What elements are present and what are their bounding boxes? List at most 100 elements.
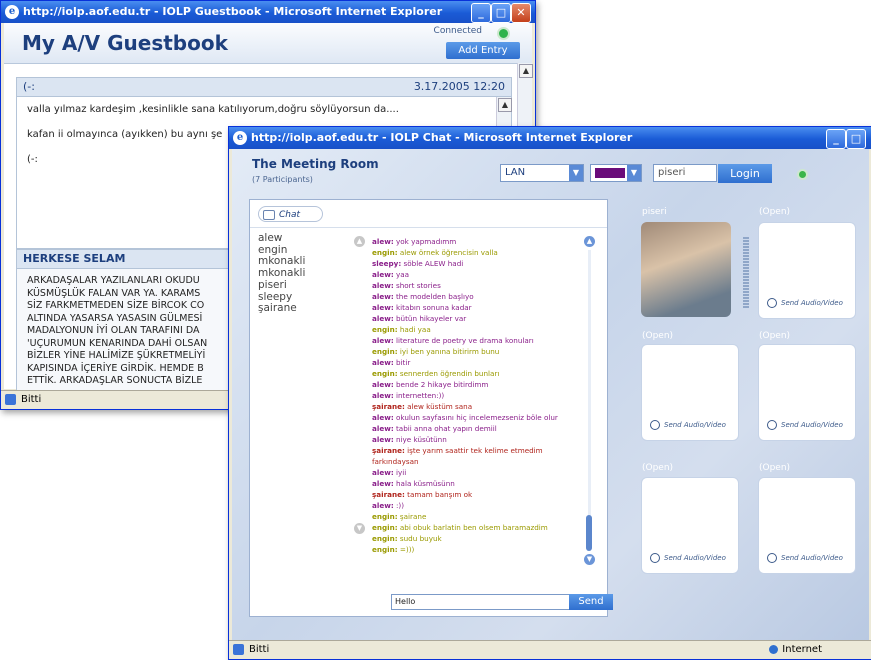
volume-meter <box>743 237 749 309</box>
message-text: tamam banşım ok <box>404 490 473 499</box>
participant-video <box>641 222 731 317</box>
message-text: sudu buyuk <box>397 534 442 543</box>
message-sender: alew: <box>372 424 394 433</box>
connection-select[interactable]: LAN ▼ <box>500 164 584 182</box>
message-text: sennerden öğrendin bunları <box>397 369 500 378</box>
scroll-down-icon[interactable]: ▼ <box>354 523 365 534</box>
send-av-icon <box>767 298 777 308</box>
tab-chat-label: Chat <box>279 210 301 220</box>
user-list-item[interactable]: alew <box>258 232 346 245</box>
send-audio-video-button[interactable]: Send Audio/Video <box>650 420 726 430</box>
chat-message: alew: short stories <box>372 280 592 291</box>
chat-message: engin: sennerden öğrendin bunları <box>372 368 592 379</box>
message-sender: engin: <box>372 534 398 543</box>
message-text: =))) <box>397 545 415 554</box>
chat-message: engin: iyi ben yanına bitirirm bunu <box>372 346 592 357</box>
message-sender: engin: <box>372 325 398 334</box>
close-icon[interactable]: ✕ <box>511 3 531 23</box>
guestbook-titlebar[interactable]: e http://iolp.aof.edu.tr - IOLP Guestboo… <box>1 1 535 23</box>
scroll-down-icon[interactable]: ▼ <box>584 554 595 565</box>
message-text: abi obuk barlatin ben olsem baramazdim <box>397 523 548 532</box>
message-text: short stories <box>393 281 441 290</box>
color-select[interactable]: ▼ <box>590 164 642 182</box>
message-sender: şairane: <box>372 446 405 455</box>
video-slot[interactable]: Send Audio/Video <box>641 344 739 441</box>
video-slot[interactable]: Send Audio/Video <box>758 344 856 441</box>
message-scroll-track[interactable] <box>588 250 591 550</box>
participants-count: (7 Participants) <box>252 175 313 184</box>
tab-chat[interactable]: Chat <box>258 206 323 222</box>
video-slot[interactable]: Send Audio/Video <box>641 477 739 574</box>
message-text: farkındaysan <box>372 457 419 466</box>
chat-message: alew: internetten:)) <box>372 390 592 401</box>
connection-select-value: LAN <box>505 167 526 178</box>
chevron-down-icon[interactable]: ▼ <box>569 165 583 181</box>
send-button[interactable]: Send <box>569 594 613 610</box>
chat-message: alew: bütün hikayeler var <box>372 313 592 324</box>
slot-label: (Open) <box>759 331 791 341</box>
message-sender: engin: <box>372 512 398 521</box>
chat-message: engin: hadi yaa <box>372 324 592 335</box>
username-input[interactable]: piseri <box>653 164 717 182</box>
video-slot[interactable]: Send Audio/Video <box>758 222 856 319</box>
message-text: şairane <box>397 512 427 521</box>
message-text: yok yapmadımm <box>393 237 457 246</box>
page-title: My A/V Guestbook <box>22 31 228 55</box>
maximize-icon[interactable]: □ <box>846 129 866 149</box>
chat-message: engin: şairane <box>372 511 592 522</box>
user-list-item[interactable]: piseri <box>258 279 346 292</box>
chat-message: alew: iyii <box>372 467 592 478</box>
message-scroll-thumb[interactable] <box>586 515 592 551</box>
guestbook-window-title: http://iolp.aof.edu.tr - IOLP Guestbook … <box>23 5 443 18</box>
user-list-item[interactable]: şairane <box>258 303 346 315</box>
chat-message: alew: :)) <box>372 500 592 511</box>
send-av-label: Send Audio/Video <box>781 421 843 429</box>
chat-message: şairane: tamam banşım ok <box>372 489 592 500</box>
send-audio-video-button[interactable]: Send Audio/Video <box>767 553 843 563</box>
send-av-label: Send Audio/Video <box>664 554 726 562</box>
chat-message: engin: =))) <box>372 544 592 555</box>
message-text: :)) <box>393 501 405 510</box>
minimize-icon[interactable]: _ <box>826 129 846 149</box>
login-button[interactable]: Login <box>718 164 772 183</box>
chat-message: engin: alew örnek öğrencisin valla <box>372 247 592 258</box>
scroll-up-icon[interactable]: ▲ <box>584 236 595 247</box>
message-text: iyi ben yanına bitirirm bunu <box>397 347 500 356</box>
message-sender: engin: <box>372 369 398 378</box>
scroll-up-icon[interactable]: ▲ <box>498 98 512 112</box>
send-audio-video-button[interactable]: Send Audio/Video <box>650 553 726 563</box>
room-title: The Meeting Room <box>252 157 379 171</box>
minimize-icon[interactable]: _ <box>471 3 491 23</box>
send-audio-video-button[interactable]: Send Audio/Video <box>767 420 843 430</box>
send-audio-video-button[interactable]: Send Audio/Video <box>767 298 843 308</box>
message-sender: alew: <box>372 391 394 400</box>
send-av-icon <box>767 553 777 563</box>
message-sender: alew: <box>372 413 394 422</box>
chat-message: engin: abi obuk barlatin ben olsem baram… <box>372 522 592 533</box>
chat-panel: Chat alew engin mkonakli mkonakli piseri… <box>249 199 613 617</box>
chevron-down-icon[interactable]: ▼ <box>627 165 641 181</box>
chat-message: alew: the modelden başlıyo <box>372 291 592 302</box>
add-entry-button[interactable]: Add Entry <box>446 42 520 59</box>
status-indicator-icon <box>797 169 808 180</box>
slot-label: (Open) <box>642 331 674 341</box>
chat-message: alew: tabii anna ohat yapın demiil <box>372 423 592 434</box>
globe-icon <box>769 644 779 654</box>
message-text: yaa <box>393 270 410 279</box>
scroll-up-icon[interactable]: ▲ <box>519 64 533 78</box>
message-sender: engin: <box>372 545 398 554</box>
entry-line: valla yılmaz kardeşim ,kesinlikle sana k… <box>27 104 399 115</box>
send-av-icon <box>650 420 660 430</box>
chat-titlebar[interactable]: e http://iolp.aof.edu.tr - IOLP Chat - M… <box>229 127 871 149</box>
message-sender: alew: <box>372 270 394 279</box>
message-text: okulun sayfasını hiç incelemezseniz böle… <box>393 413 558 422</box>
message-sender: alew: <box>372 237 394 246</box>
slot-label: (Open) <box>642 463 674 473</box>
message-text: alew küstüm sana <box>404 402 473 411</box>
scroll-up-icon[interactable]: ▲ <box>354 236 365 247</box>
send-av-icon <box>650 553 660 563</box>
message-input[interactable]: Hello <box>391 594 571 610</box>
message-sender: alew: <box>372 468 394 477</box>
maximize-icon[interactable]: □ <box>491 3 511 23</box>
video-slot[interactable]: Send Audio/Video <box>758 477 856 574</box>
